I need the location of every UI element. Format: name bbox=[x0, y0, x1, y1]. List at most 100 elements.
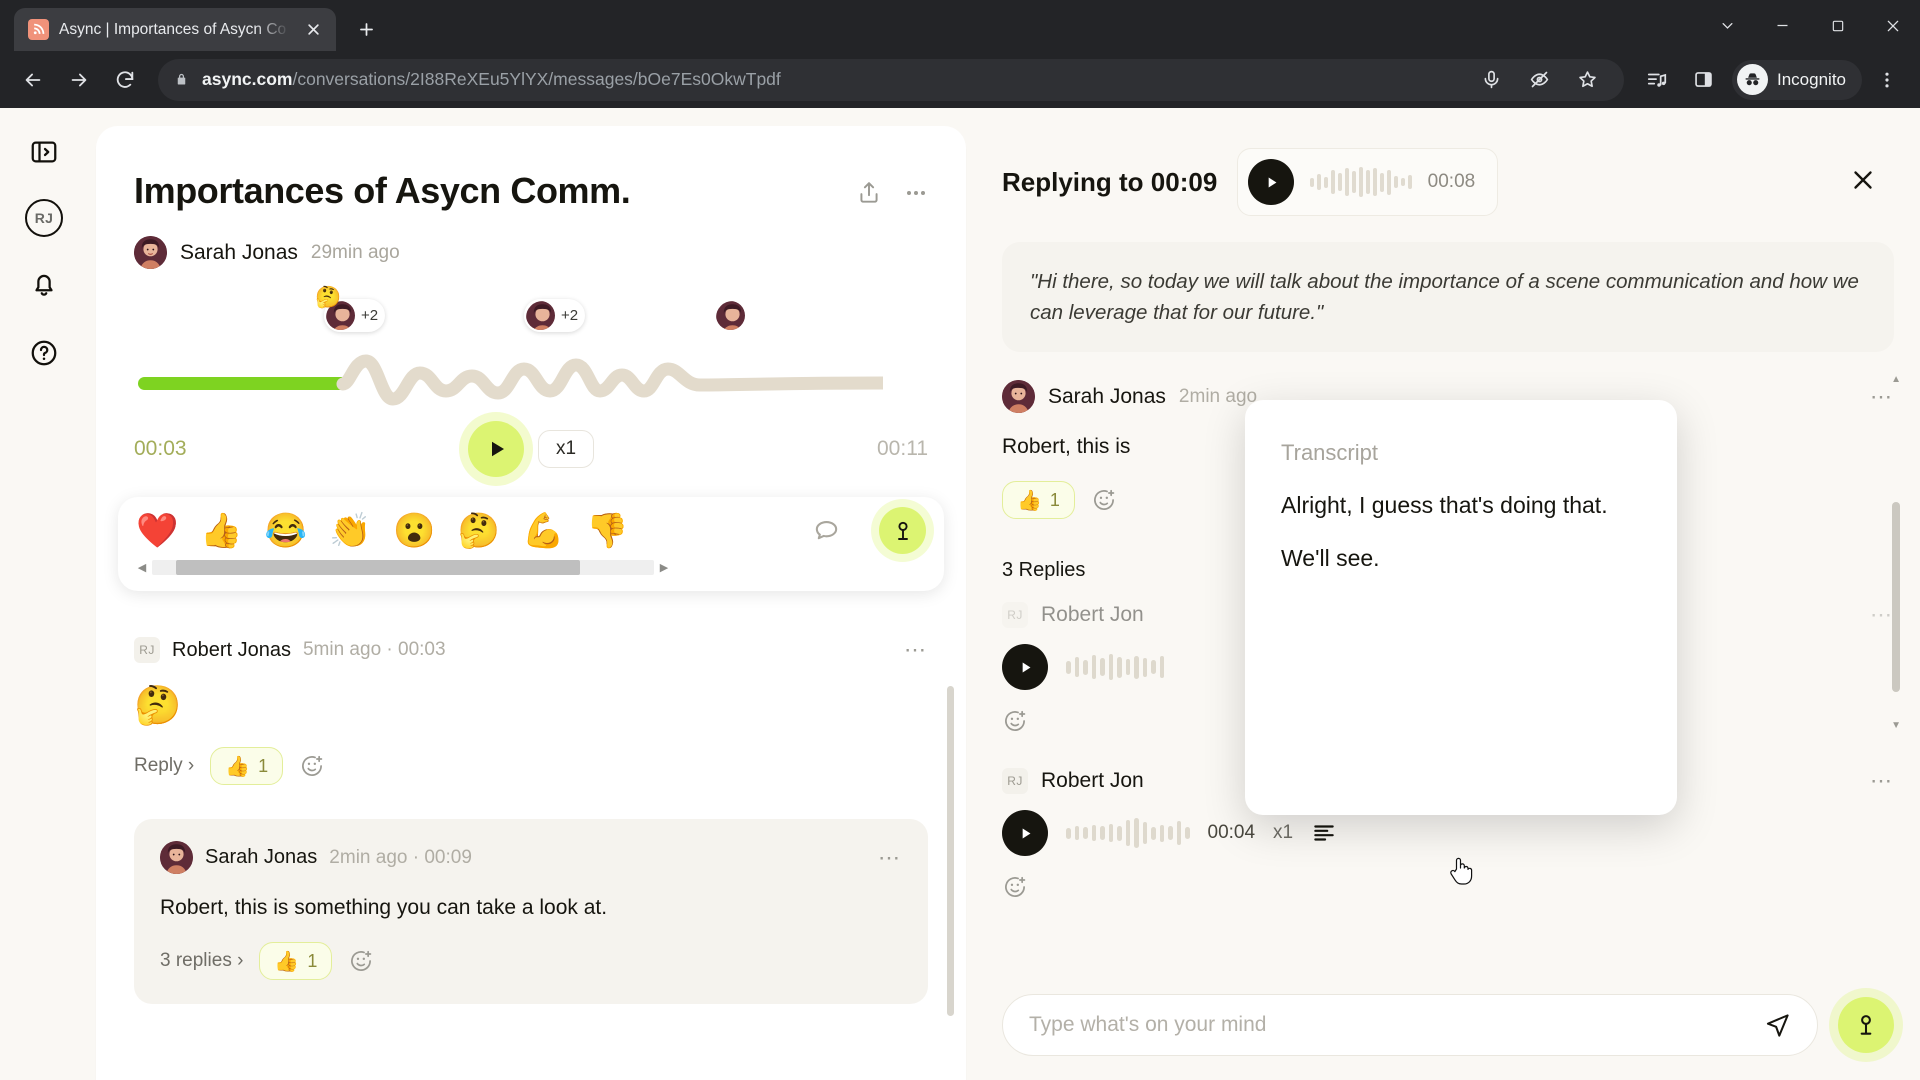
message-input[interactable] bbox=[1029, 1013, 1764, 1037]
message-timestamp: 2min ago · 00:09 bbox=[329, 846, 472, 868]
add-reaction-icon[interactable] bbox=[1002, 708, 1028, 734]
tab-search-chevron-icon[interactable] bbox=[1700, 0, 1755, 51]
more-options-icon[interactable]: ⋯ bbox=[904, 639, 928, 661]
three-dot-menu-icon[interactable] bbox=[1866, 59, 1908, 101]
microphone-record-icon[interactable] bbox=[879, 507, 926, 554]
close-icon[interactable] bbox=[1848, 165, 1894, 200]
marker-count: +2 bbox=[561, 307, 579, 324]
expand-panel-icon[interactable] bbox=[22, 130, 66, 174]
timeline-marker[interactable]: +2 bbox=[524, 299, 586, 332]
scroll-right-arrow-icon[interactable]: ▶ bbox=[658, 561, 670, 574]
maximize-icon[interactable] bbox=[1810, 0, 1865, 51]
emoji-clap[interactable]: 👏 bbox=[329, 514, 371, 548]
avatar bbox=[714, 299, 747, 332]
more-options-icon[interactable] bbox=[904, 181, 928, 205]
avatar: RJ bbox=[1002, 602, 1028, 629]
browser-tab[interactable]: Async | Importances of Asycn Co bbox=[14, 8, 336, 51]
media-list-icon[interactable] bbox=[1636, 59, 1678, 101]
emoji-scrollbar[interactable]: ◀ ▶ bbox=[136, 560, 670, 575]
window-close-icon[interactable] bbox=[1865, 0, 1920, 51]
browser-toolbar: async.com/conversations/2I88ReXEu5YlYX/m… bbox=[0, 51, 1920, 108]
add-reaction-icon[interactable] bbox=[1002, 874, 1028, 900]
reply-panel-header: Replying to 00:09 00:08 bbox=[988, 126, 1908, 216]
emoji-joy[interactable]: 😂 bbox=[265, 514, 307, 548]
profile-incognito-chip[interactable]: Incognito bbox=[1732, 59, 1862, 100]
new-tab-plus-icon[interactable] bbox=[348, 11, 385, 48]
marker-pill[interactable]: +2 🤔 bbox=[315, 287, 386, 332]
share-upload-icon[interactable] bbox=[856, 180, 882, 206]
microphone-icon[interactable] bbox=[1470, 59, 1512, 101]
address-bar[interactable]: async.com/conversations/2I88ReXEu5YlYX/m… bbox=[158, 58, 1624, 101]
emoji-thumbs-down[interactable]: 👎 bbox=[586, 514, 628, 548]
notifications-bell-icon[interactable] bbox=[22, 262, 66, 306]
more-options-icon[interactable]: ⋯ bbox=[878, 846, 902, 869]
header-actions bbox=[856, 170, 928, 206]
replies-link[interactable]: 3 replies › bbox=[160, 950, 243, 972]
microphone-record-icon[interactable] bbox=[1838, 997, 1894, 1053]
player-transport: 00:03 x1 00:11 bbox=[134, 421, 928, 477]
add-reaction-icon[interactable] bbox=[1091, 487, 1117, 513]
more-options-icon[interactable]: ⋯ bbox=[1870, 385, 1894, 408]
play-icon[interactable] bbox=[468, 421, 524, 477]
transcript-lines-icon[interactable] bbox=[1311, 820, 1337, 846]
play-icon[interactable] bbox=[1248, 159, 1295, 205]
timeline-marker[interactable] bbox=[714, 299, 747, 332]
scrollbar-track[interactable] bbox=[152, 560, 654, 575]
thread-scrollbar[interactable]: ▲ ▼ bbox=[1891, 374, 1901, 760]
audio-waveform-bars bbox=[1066, 816, 1190, 850]
reaction-chip[interactable]: 👍 1 bbox=[259, 942, 333, 980]
conversation-column: Importances of Asycn Comm. Sarah Jonas 2… bbox=[88, 108, 966, 1080]
emoji-heart[interactable]: ❤️ bbox=[136, 514, 178, 548]
audio-waveform[interactable] bbox=[138, 351, 924, 411]
url-domain: async.com bbox=[202, 69, 293, 89]
emoji-thinking[interactable]: 🤔 bbox=[458, 514, 500, 548]
reply-link[interactable]: Reply › bbox=[134, 755, 194, 777]
mini-player-time: 00:08 bbox=[1427, 171, 1476, 192]
mini-audio-player[interactable]: 00:08 bbox=[1237, 148, 1499, 216]
conversation-scrollbar-thumb[interactable] bbox=[947, 686, 954, 1016]
help-question-icon[interactable] bbox=[22, 331, 66, 375]
play-icon[interactable] bbox=[1002, 644, 1048, 691]
omnibox-actions bbox=[1470, 59, 1608, 101]
message-header: Sarah Jonas 2min ago · 00:09 ⋯ bbox=[160, 841, 902, 874]
bookmark-star-icon[interactable] bbox=[1566, 59, 1608, 101]
marker-emoji: 🤔 bbox=[315, 286, 342, 309]
tab-close-icon[interactable] bbox=[300, 17, 326, 43]
back-arrow-icon[interactable] bbox=[12, 59, 54, 101]
play-icon[interactable] bbox=[1002, 810, 1048, 857]
emoji-thumbs-up[interactable]: 👍 bbox=[200, 514, 242, 548]
scroll-up-arrow-icon[interactable]: ▲ bbox=[1891, 374, 1901, 385]
marker-pill[interactable]: +2 bbox=[524, 299, 586, 332]
minimize-icon[interactable] bbox=[1755, 0, 1810, 51]
forward-arrow-icon[interactable] bbox=[58, 59, 100, 101]
scroll-down-arrow-icon[interactable]: ▼ bbox=[1891, 720, 1901, 731]
more-options-icon[interactable]: ⋯ bbox=[1870, 604, 1894, 626]
side-panel-icon[interactable] bbox=[1682, 59, 1724, 101]
reaction-emoji: 👍 bbox=[225, 755, 251, 778]
window-controls bbox=[1700, 0, 1920, 51]
more-options-icon[interactable]: ⋯ bbox=[1870, 770, 1894, 792]
audio-reply-player[interactable]: 00:04 x1 bbox=[1002, 810, 1894, 857]
reply-author: Robert Jonas bbox=[172, 638, 291, 661]
composer-input-wrap[interactable] bbox=[1002, 994, 1818, 1056]
player-controls: x1 bbox=[468, 421, 594, 477]
reaction-chip[interactable]: 👍 1 bbox=[1002, 481, 1075, 520]
emoji-muscle[interactable]: 💪 bbox=[522, 514, 564, 548]
emoji-open-mouth[interactable]: 😮 bbox=[393, 514, 435, 548]
eye-slash-icon[interactable] bbox=[1518, 59, 1560, 101]
rail-user-avatar[interactable]: RJ bbox=[25, 199, 63, 237]
timeline-marker[interactable]: +2 🤔 bbox=[315, 287, 386, 332]
audio-reply-speed[interactable]: x1 bbox=[1273, 822, 1293, 844]
add-reaction-icon[interactable] bbox=[348, 948, 374, 974]
scrollbar-thumb[interactable] bbox=[176, 560, 580, 575]
send-paper-plane-icon[interactable] bbox=[1764, 1012, 1791, 1039]
reload-icon[interactable] bbox=[104, 59, 146, 101]
scroll-left-arrow-icon[interactable]: ◀ bbox=[136, 561, 148, 574]
profile-label: Incognito bbox=[1777, 69, 1846, 89]
comment-bubble-icon[interactable] bbox=[812, 516, 841, 545]
address-bar-url: async.com/conversations/2I88ReXEu5YlYX/m… bbox=[202, 69, 781, 90]
reaction-chip[interactable]: 👍 1 bbox=[210, 747, 284, 785]
playback-speed-button[interactable]: x1 bbox=[538, 430, 594, 468]
add-reaction-icon[interactable] bbox=[299, 753, 325, 779]
scrollbar-thumb[interactable] bbox=[1892, 502, 1900, 693]
